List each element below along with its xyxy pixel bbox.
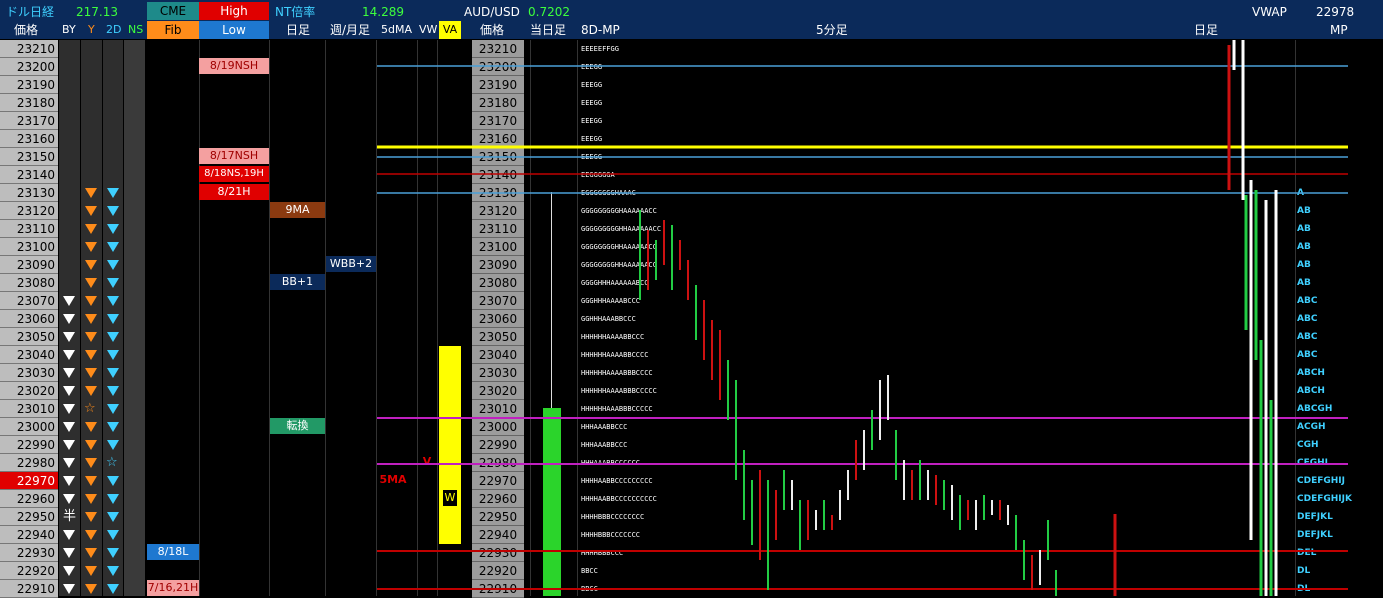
chart-canvas (377, 40, 1348, 596)
